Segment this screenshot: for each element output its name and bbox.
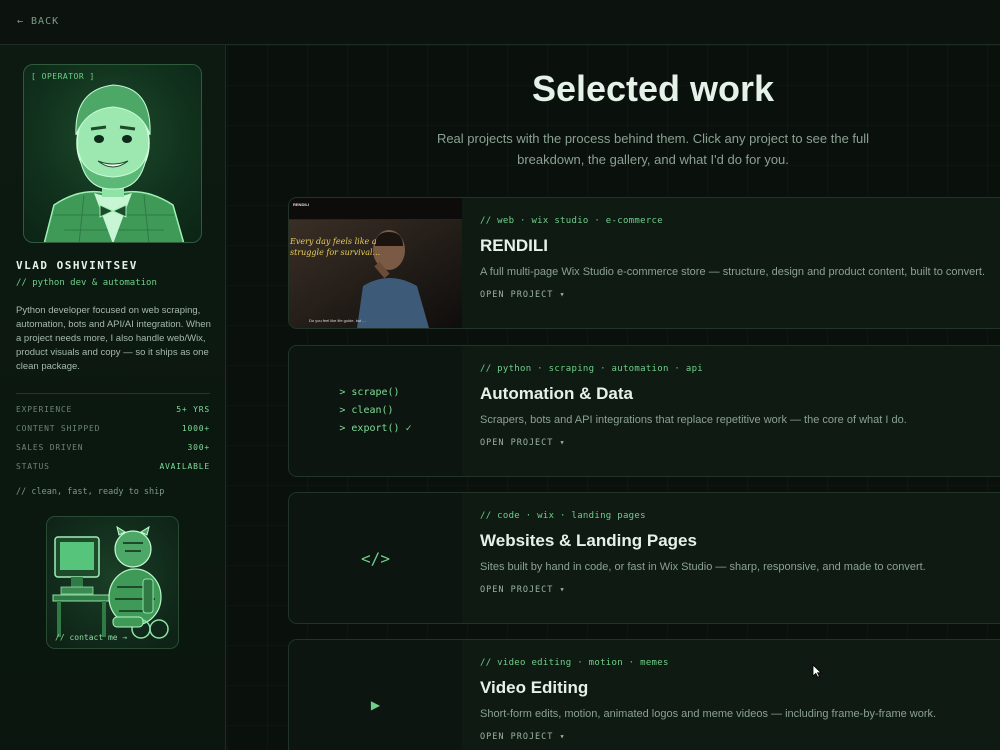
open-project-button[interactable]: OPEN PROJECT ▾ (480, 438, 1000, 448)
stat-label: STATUS (16, 462, 50, 471)
project-thumbnail: RENDILI Every day feels like a struggle … (289, 198, 462, 328)
profile-sidebar: [ OPERATOR ] VLAD OSHVINTSEV // python d… (0, 45, 226, 750)
stat-value: 300+ (187, 443, 210, 452)
stat-label: CONTENT SHIPPED (16, 424, 101, 433)
operator-portrait: [ OPERATOR ] (23, 64, 202, 243)
project-thumbnail: ▶ (289, 640, 462, 750)
code-line: > clean() (339, 405, 394, 416)
code-line: > scrape() (339, 387, 400, 398)
stat-row-status: STATUS AVAILABLE (16, 462, 210, 481)
open-project-button[interactable]: OPEN PROJECT ▾ (480, 290, 1000, 300)
project-body: // video editing · motion · memes Video … (480, 658, 1000, 742)
open-project-button[interactable]: OPEN PROJECT ▾ (480, 585, 1000, 595)
thumbnail-quote: Every day feels like a struggle for surv… (290, 237, 381, 257)
profile-name: VLAD OSHVINTSEV (16, 259, 138, 272)
project-description: Short-form edits, motion, animated logos… (480, 708, 937, 720)
avatar-illustration (43, 84, 185, 242)
project-body: // python · scraping · automation · api … (480, 364, 1000, 448)
project-description: Sites built by hand in code, or fast in … (480, 561, 926, 573)
project-card-rendili[interactable]: RENDILI Every day feels like a struggle … (288, 197, 1000, 329)
play-icon: ▶ (370, 698, 381, 712)
stat-value: AVAILABLE (159, 462, 210, 471)
profile-stats: EXPERIENCE 5+ YRS CONTENT SHIPPED 1000+ … (16, 405, 210, 481)
project-card-video-editing[interactable]: ▶ // video editing · motion · memes Vide… (288, 639, 1000, 750)
mouse-cursor-icon (812, 664, 822, 678)
tiger-at-computer-illustration (52, 525, 169, 639)
stat-label: SALES DRIVEN (16, 443, 84, 452)
thumbnail-photo (289, 220, 462, 328)
project-description: Scrapers, bots and API integrations that… (480, 414, 907, 426)
stat-row-sales-driven: SALES DRIVEN 300+ (16, 443, 210, 462)
sidebar-tagline: // clean, fast, ready to ship (16, 487, 165, 497)
code-snippet: > scrape() > clean() > export() ✓ (339, 384, 411, 438)
project-title: Video Editing (480, 678, 589, 697)
stat-label: EXPERIENCE (16, 405, 73, 414)
project-title: RENDILI (480, 236, 548, 255)
thumbnail-caption: Do you feel like life guide, but ... (309, 318, 366, 323)
project-title: Automation & Data (480, 384, 633, 403)
contact-card[interactable]: // contact me → (46, 516, 179, 649)
project-tags: // code · wix · landing pages (480, 511, 646, 521)
stat-row-content-shipped: CONTENT SHIPPED 1000+ (16, 424, 210, 443)
stat-value: 1000+ (181, 424, 210, 433)
project-thumbnail: </> (289, 493, 462, 623)
project-body: // code · wix · landing pages Websites &… (480, 511, 1000, 595)
project-description: A full multi-page Wix Studio e-commerce … (480, 266, 986, 278)
project-title: Websites & Landing Pages (480, 531, 697, 550)
project-tags: // video editing · motion · memes (480, 658, 669, 668)
project-tags: // python · scraping · automation · api (480, 364, 704, 374)
stat-row-experience: EXPERIENCE 5+ YRS (16, 405, 210, 424)
page-title: Selected work (531, 68, 775, 109)
project-card-websites[interactable]: </> // code · wix · landing pages Websit… (288, 492, 1000, 624)
portrait-tag: [ OPERATOR ] (31, 72, 95, 81)
top-bar: ← BACK (0, 0, 1000, 45)
project-body: // web · wix studio · e-commerce RENDILI… (480, 216, 1000, 300)
main-content: Selected work Real projects with the pro… (227, 45, 1000, 750)
profile-role: // python dev & automation (16, 278, 157, 288)
contact-link[interactable]: // contact me → (55, 633, 127, 642)
profile-bio: Python developer focused on web scraping… (16, 305, 211, 372)
project-thumbnail: > scrape() > clean() > export() ✓ (289, 346, 462, 476)
project-tags: // web · wix studio · e-commerce (480, 216, 663, 226)
code-line: > export() ✓ (339, 423, 412, 434)
open-project-button[interactable]: OPEN PROJECT ▾ (480, 732, 1000, 742)
code-icon: </> (361, 548, 390, 568)
sidebar-divider (16, 393, 210, 394)
back-button[interactable]: ← BACK (17, 16, 59, 27)
page-subtitle: Real projects with the process behind th… (436, 131, 870, 167)
stat-value: 5+ YRS (176, 405, 210, 414)
project-card-automation[interactable]: > scrape() > clean() > export() ✓ // pyt… (288, 345, 1000, 477)
